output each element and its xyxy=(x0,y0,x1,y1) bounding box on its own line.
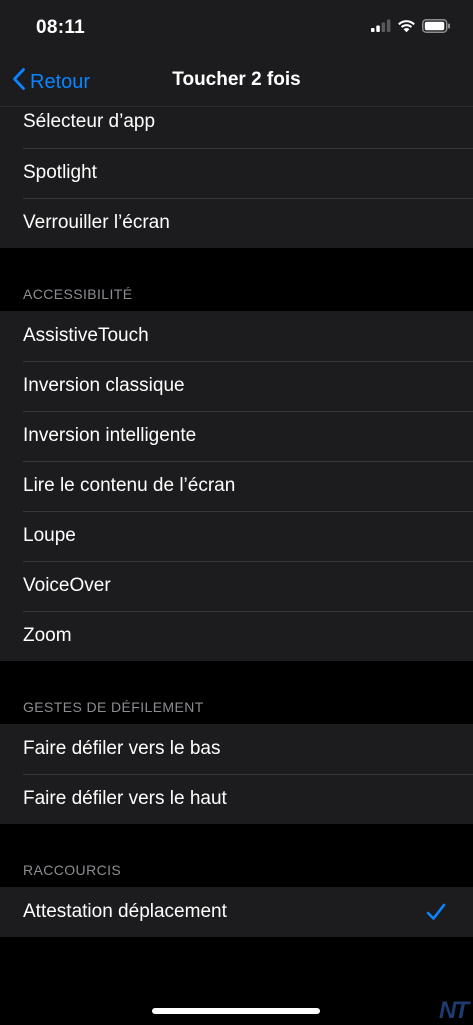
settings-list: Sélecteur d’app Spotlight Verrouiller l’… xyxy=(0,107,473,937)
list-item-magnifier[interactable]: Loupe xyxy=(0,511,473,561)
list-item-app-switcher[interactable]: Sélecteur d’app xyxy=(0,107,473,148)
list-item-scroll-down[interactable]: Faire défiler vers le bas xyxy=(0,724,473,774)
list-item-label: Lire le contenu de l’écran xyxy=(23,475,236,496)
list-item-label: Sélecteur d’app xyxy=(23,111,156,132)
top-group: Sélecteur d’app Spotlight Verrouiller l’… xyxy=(0,107,473,248)
list-item-label: Faire défiler vers le haut xyxy=(23,788,227,809)
list-item-spotlight[interactable]: Spotlight xyxy=(0,148,473,198)
status-time: 08:11 xyxy=(36,17,86,38)
list-item-label: Attestation déplacement xyxy=(23,901,227,922)
list-item-label: Loupe xyxy=(23,525,76,546)
battery-icon xyxy=(422,18,451,38)
section-header-scroll-gestures: GESTES DE DÉFILEMENT xyxy=(23,699,204,715)
accessibility-group: AssistiveTouch Inversion classique Inver… xyxy=(0,311,473,661)
list-item-smart-invert[interactable]: Inversion intelligente xyxy=(0,411,473,461)
scroll-gestures-group: Faire défiler vers le bas Faire défiler … xyxy=(0,724,473,824)
home-indicator[interactable] xyxy=(152,1008,320,1014)
list-item-speak-screen[interactable]: Lire le contenu de l’écran xyxy=(0,461,473,511)
list-item-label: Zoom xyxy=(23,625,72,646)
cellular-signal-icon xyxy=(371,19,391,37)
list-item-zoom[interactable]: Zoom xyxy=(0,611,473,661)
list-item-label: VoiceOver xyxy=(23,575,111,596)
list-item-label: AssistiveTouch xyxy=(23,325,149,346)
list-item-label: Inversion intelligente xyxy=(23,425,197,446)
list-item-attestation[interactable]: Attestation déplacement xyxy=(0,887,473,937)
list-item-assistivetouch[interactable]: AssistiveTouch xyxy=(0,311,473,361)
list-item-classic-invert[interactable]: Inversion classique xyxy=(0,361,473,411)
list-item-scroll-up[interactable]: Faire défiler vers le haut xyxy=(0,774,473,824)
section-header-accessibility: ACCESSIBILITÉ xyxy=(23,286,133,302)
navigation-bar: Retour Toucher 2 fois xyxy=(0,56,473,107)
list-item-label: Faire défiler vers le bas xyxy=(23,738,221,759)
list-item-voiceover[interactable]: VoiceOver xyxy=(0,561,473,611)
list-item-lock-screen[interactable]: Verrouiller l’écran xyxy=(0,198,473,248)
wifi-icon xyxy=(397,19,416,38)
list-item-label: Spotlight xyxy=(23,162,97,183)
list-item-label: Verrouiller l’écran xyxy=(23,212,170,233)
status-bar: 08:11 xyxy=(0,0,473,56)
watermark-logo: NT xyxy=(439,997,469,1024)
status-icons xyxy=(371,18,451,38)
checkmark-icon xyxy=(425,901,447,923)
shortcuts-group: Attestation déplacement xyxy=(0,887,473,937)
section-header-shortcuts: RACCOURCIS xyxy=(23,862,122,878)
page-title: Toucher 2 fois xyxy=(172,69,301,90)
list-item-label: Inversion classique xyxy=(23,375,185,396)
